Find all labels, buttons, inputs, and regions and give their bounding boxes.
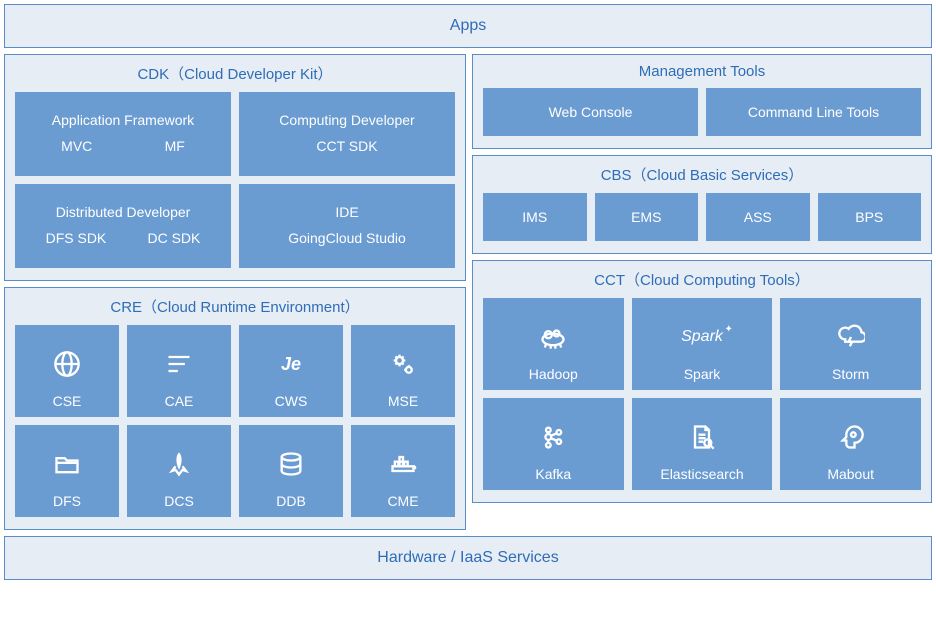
- folder-icon: [53, 435, 81, 493]
- cct-tiles: Hadoop Spark Spark Storm: [483, 298, 921, 490]
- cdk-box-title: IDE: [249, 204, 445, 220]
- head-icon: [837, 408, 865, 466]
- cre-label: DFS: [53, 493, 81, 509]
- cct-label: Elasticsearch: [660, 466, 743, 482]
- mgmt-item-cli: Command Line Tools: [706, 88, 921, 136]
- cct-panel: CCT（Cloud Computing Tools） Hadoop Spark …: [472, 260, 932, 503]
- cre-label: CAE: [165, 393, 194, 409]
- hadoop-icon: [539, 308, 567, 366]
- cct-label: Hadoop: [529, 366, 578, 382]
- je-icon: Je: [281, 335, 301, 393]
- cbs-tiles: IMS EMS ASS BPS: [483, 193, 921, 241]
- cre-item-ddb: DDB: [239, 425, 343, 517]
- cdk-title: CDK（Cloud Developer Kit）: [15, 63, 455, 84]
- cct-label: Storm: [832, 366, 869, 382]
- cdk-item: DFS SDK: [46, 230, 107, 246]
- cre-item-dfs: DFS: [15, 425, 119, 517]
- container-icon: [389, 435, 417, 493]
- apps-label: Apps: [450, 17, 486, 34]
- kafka-icon: [539, 408, 567, 466]
- cbs-label: ASS: [744, 209, 772, 225]
- cct-label: Spark: [684, 366, 721, 382]
- spark-icon: Spark: [681, 308, 723, 366]
- globe-icon: [53, 335, 81, 393]
- cdk-item: GoingCloud Studio: [249, 230, 445, 246]
- lines-icon: [165, 335, 193, 393]
- cre-label: CSE: [53, 393, 82, 409]
- cct-label: Kafka: [535, 466, 571, 482]
- cbs-panel: CBS（Cloud Basic Services） IMS EMS ASS BP…: [472, 155, 932, 254]
- cre-label: CWS: [275, 393, 308, 409]
- cre-panel: CRE（Cloud Runtime Environment） CSE CAE: [4, 287, 466, 530]
- cct-title: CCT（Cloud Computing Tools）: [483, 269, 921, 290]
- cbs-item-ems: EMS: [595, 193, 699, 241]
- gears-icon: [389, 335, 417, 393]
- cdk-box-title: Application Framework: [25, 112, 221, 128]
- cdk-item: MF: [165, 138, 185, 154]
- hardware-layer: Hardware / IaaS Services: [4, 536, 932, 580]
- cbs-item-bps: BPS: [818, 193, 922, 241]
- mgmt-panel: Management Tools Web Console Command Lin…: [472, 54, 932, 149]
- mgmt-label: Web Console: [549, 104, 633, 120]
- middle-row: CDK（Cloud Developer Kit） Application Fra…: [4, 54, 932, 530]
- cdk-panel: CDK（Cloud Developer Kit） Application Fra…: [4, 54, 466, 281]
- cdk-box-computing-developer: Computing Developer CCT SDK: [239, 92, 455, 176]
- left-column: CDK（Cloud Developer Kit） Application Fra…: [4, 54, 466, 530]
- cct-item-spark: Spark Spark: [632, 298, 773, 390]
- cre-tiles: CSE CAE Je CWS: [15, 325, 455, 517]
- cdk-item: CCT SDK: [249, 138, 445, 154]
- cbs-label: BPS: [855, 209, 883, 225]
- cre-item-mse: MSE: [351, 325, 455, 417]
- cct-item-elasticsearch: Elasticsearch: [632, 398, 773, 490]
- cct-item-hadoop: Hadoop: [483, 298, 624, 390]
- cbs-item-ass: ASS: [706, 193, 810, 241]
- rocket-icon: [165, 435, 193, 493]
- mgmt-label: Command Line Tools: [748, 104, 879, 120]
- cre-label: MSE: [388, 393, 418, 409]
- cre-label: DCS: [164, 493, 194, 509]
- cdk-box-distributed-developer: Distributed Developer DFS SDK DC SDK: [15, 184, 231, 268]
- hardware-label: Hardware / IaaS Services: [377, 549, 558, 566]
- cre-item-dcs: DCS: [127, 425, 231, 517]
- cdk-box-app-framework: Application Framework MVC MF: [15, 92, 231, 176]
- database-icon: [277, 435, 305, 493]
- cct-item-storm: Storm: [780, 298, 921, 390]
- document-search-icon: [688, 408, 716, 466]
- cbs-label: EMS: [631, 209, 661, 225]
- cre-label: DDB: [276, 493, 306, 509]
- cbs-label: IMS: [522, 209, 547, 225]
- cre-title: CRE（Cloud Runtime Environment）: [15, 296, 455, 317]
- mgmt-title: Management Tools: [483, 63, 921, 80]
- cre-item-cse: CSE: [15, 325, 119, 417]
- cdk-box-ide: IDE GoingCloud Studio: [239, 184, 455, 268]
- cre-item-cme: CME: [351, 425, 455, 517]
- cct-item-mabout: Mabout: [780, 398, 921, 490]
- cdk-item: DC SDK: [147, 230, 200, 246]
- cdk-item: MVC: [61, 138, 92, 154]
- cdk-box-title: Distributed Developer: [25, 204, 221, 220]
- cre-item-cws: Je CWS: [239, 325, 343, 417]
- cdk-box-title: Computing Developer: [249, 112, 445, 128]
- right-column: Management Tools Web Console Command Lin…: [472, 54, 932, 530]
- cct-label: Mabout: [827, 466, 874, 482]
- mgmt-tiles: Web Console Command Line Tools: [483, 88, 921, 136]
- storm-icon: [837, 308, 865, 366]
- cre-item-cae: CAE: [127, 325, 231, 417]
- cdk-tiles: Application Framework MVC MF Computing D…: [15, 92, 455, 268]
- mgmt-item-web-console: Web Console: [483, 88, 698, 136]
- cct-item-kafka: Kafka: [483, 398, 624, 490]
- cbs-item-ims: IMS: [483, 193, 587, 241]
- architecture-diagram: Apps CDK（Cloud Developer Kit） Applicatio…: [4, 4, 932, 580]
- apps-layer: Apps: [4, 4, 932, 48]
- cbs-title: CBS（Cloud Basic Services）: [483, 164, 921, 185]
- cre-label: CME: [387, 493, 418, 509]
